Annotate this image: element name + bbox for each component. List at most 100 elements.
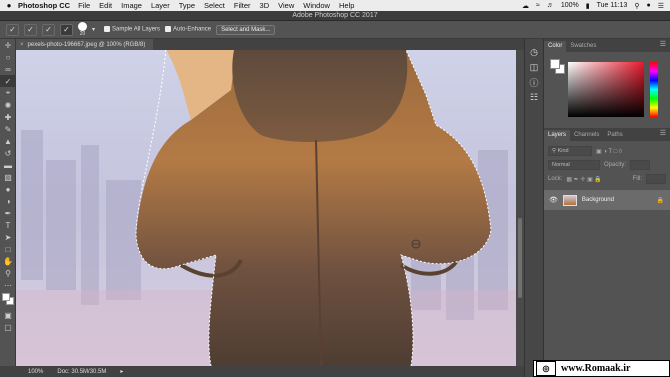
apple-icon[interactable]: ● (0, 1, 18, 10)
tool-preset-icon[interactable]: ✓ (6, 23, 19, 36)
menu-filter[interactable]: Filter (234, 1, 251, 10)
layer-row[interactable]: 👁 Background 🔒 (544, 190, 670, 210)
sample-all-layers-checkbox[interactable]: Sample All Layers (104, 26, 160, 33)
adjustments-icon[interactable]: ◫ (525, 60, 543, 75)
history-icon[interactable]: ◷ (525, 45, 543, 60)
volume-icon[interactable]: ♬ (547, 2, 554, 9)
hand-tool-icon[interactable]: ✋ (0, 255, 16, 267)
gradient-tool-icon[interactable]: ▧ (0, 171, 16, 183)
menu-3d[interactable]: 3D (260, 1, 270, 10)
tab-layers[interactable]: Layers (544, 130, 571, 141)
user-avatar-icon[interactable]: ● (646, 2, 650, 9)
panel-menu-icon[interactable]: ☰ (660, 40, 666, 48)
add-to-selection-brush-icon[interactable]: ✓ (42, 23, 55, 36)
filter-icons[interactable]: ▣ ◑ T □ ◊ (596, 148, 622, 155)
menu-layer[interactable]: Layer (151, 1, 170, 10)
zoom-level[interactable]: 100% (28, 369, 43, 375)
vertical-scrollbar[interactable] (516, 50, 524, 366)
scrollbar-thumb[interactable] (518, 218, 522, 298)
search-icon[interactable]: ⚲ (634, 2, 639, 10)
more-tools-icon[interactable]: ⋯ (0, 279, 16, 291)
battery-icon[interactable]: ▮ (586, 2, 590, 10)
properties-icon[interactable]: ☷ (525, 90, 543, 105)
menu-type[interactable]: Type (179, 1, 195, 10)
options-bar: ✓ ✓ ✓ ✓ 20 ▾ Sample All Layers Auto-Enha… (0, 21, 670, 39)
quick-mask-icon[interactable]: ▣ (0, 309, 16, 321)
panel-menu-icon[interactable]: ☰ (660, 129, 666, 137)
watermark: ◎ www.Romaak.ir (533, 360, 670, 377)
type-tool-icon[interactable]: T (0, 219, 16, 231)
move-tool-icon[interactable]: ✛ (0, 39, 16, 51)
window-title: Adobe Photoshop CC 2017 (292, 12, 378, 19)
auto-enhance-checkbox[interactable]: Auto-Enhance (165, 26, 211, 33)
menu-image[interactable]: Image (121, 1, 142, 10)
document-tab[interactable]: × pexels-photo-196667.jpeg @ 100% (RGB/8… (16, 39, 154, 50)
checkbox-icon (104, 26, 111, 33)
marquee-tool-icon[interactable]: ○ (0, 51, 16, 63)
brush-size-picker[interactable]: 20 (78, 22, 87, 37)
layer-name: Background (581, 197, 614, 203)
lasso-tool-icon[interactable]: ∞ (0, 63, 16, 75)
menu-help[interactable]: Help (339, 1, 354, 10)
layer-filter-row: ⚲ Kind ▣ ◑ T □ ◊ (544, 144, 670, 158)
brush-tip-icon (78, 22, 87, 31)
color-field[interactable] (568, 62, 644, 117)
healing-brush-tool-icon[interactable]: ✚ (0, 111, 16, 123)
close-tab-icon[interactable]: × (20, 42, 24, 48)
eraser-tool-icon[interactable]: ▬ (0, 159, 16, 171)
crop-tool-icon[interactable]: ⌖ (0, 87, 16, 99)
hue-slider[interactable] (650, 62, 658, 117)
wifi-icon[interactable]: ≈ (536, 2, 540, 9)
blend-row: Normal Opacity: (544, 158, 670, 172)
screen-mode-icon[interactable]: ▢ (0, 321, 16, 333)
tab-channels[interactable]: Channels (570, 130, 603, 141)
foreground-color-swatch[interactable] (550, 59, 560, 69)
app-menu[interactable]: Photoshop CC (18, 1, 70, 10)
tab-paths[interactable]: Paths (603, 130, 626, 141)
path-selection-tool-icon[interactable]: ➤ (0, 231, 16, 243)
notification-icon[interactable]: ☰ (658, 2, 664, 10)
photo-image (16, 50, 516, 366)
foreground-color-swatch[interactable] (2, 293, 10, 301)
rectangle-tool-icon[interactable]: □ (0, 243, 16, 255)
clone-stamp-tool-icon[interactable]: ▲ (0, 135, 16, 147)
clock[interactable]: Tue 11:13 (597, 2, 628, 9)
kind-filter-select[interactable]: ⚲ Kind (548, 146, 592, 156)
layers-panel: ⚲ Kind ▣ ◑ T □ ◊ Normal Opacity: Lock: ▦… (544, 144, 670, 210)
blend-mode-select[interactable]: Normal (548, 160, 600, 170)
document-canvas[interactable] (16, 50, 516, 366)
brush-dropdown-icon[interactable]: ▾ (92, 26, 95, 33)
menu-edit[interactable]: Edit (99, 1, 112, 10)
fill-label: Fill: (632, 176, 642, 182)
menu-bar: ● Photoshop CC File Edit Image Layer Typ… (0, 0, 670, 11)
opacity-field[interactable] (630, 160, 651, 170)
creative-cloud-icon[interactable]: ☁ (522, 2, 529, 10)
fill-field[interactable] (646, 174, 666, 184)
menu-window[interactable]: Window (303, 1, 330, 10)
select-and-mask-button[interactable]: Select and Mask... (216, 24, 276, 35)
blur-tool-icon[interactable]: ● (0, 183, 16, 195)
quick-selection-tool-icon[interactable]: ✓ (0, 75, 16, 87)
tab-swatches[interactable]: Swatches (566, 41, 600, 52)
subtract-selection-brush-icon[interactable]: ✓ (60, 23, 73, 36)
pen-tool-icon[interactable]: ✒ (0, 207, 16, 219)
battery-percent[interactable]: 100% (561, 2, 579, 9)
eyedropper-tool-icon[interactable]: ✺ (0, 99, 16, 111)
watermark-text: www.Romaak.ir (561, 363, 631, 374)
color-swatches[interactable] (0, 291, 16, 309)
status-menus: ☁ ≈ ♬ 100% ▮ Tue 11:13 ⚲ ● ☰ (522, 2, 670, 10)
info-icon[interactable]: ⓘ (525, 75, 543, 90)
dodge-tool-icon[interactable]: ◑ (0, 195, 16, 207)
history-brush-tool-icon[interactable]: ↺ (0, 147, 16, 159)
visibility-eye-icon[interactable]: 👁 (549, 196, 558, 204)
menu-select[interactable]: Select (204, 1, 225, 10)
menu-view[interactable]: View (278, 1, 294, 10)
tab-color[interactable]: Color (544, 41, 567, 52)
status-arrow-icon[interactable]: ▸ (120, 368, 123, 375)
brush-tool-icon[interactable]: ✎ (0, 123, 16, 135)
doc-size-info[interactable]: Doc: 30.5M/30.5M (57, 369, 106, 375)
new-selection-brush-icon[interactable]: ✓ (24, 23, 37, 36)
lock-options-icons[interactable]: ▦ ✒ ✛ ▣ 🔒 (566, 176, 602, 183)
zoom-tool-icon[interactable]: ⚲ (0, 267, 16, 279)
menu-file[interactable]: File (78, 1, 90, 10)
